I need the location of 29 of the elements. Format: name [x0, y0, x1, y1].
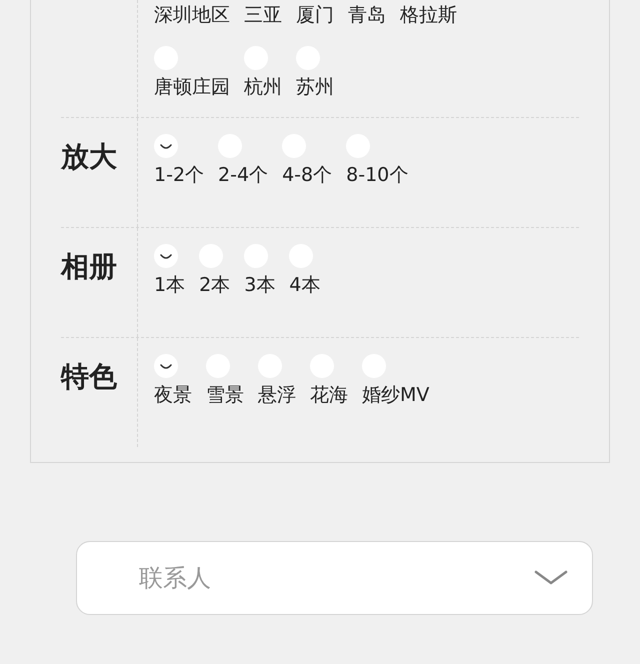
option-label[interactable]: 8-10个 — [346, 162, 408, 188]
radio-checked-icon[interactable] — [154, 244, 178, 268]
option-label[interactable]: 悬浮 — [258, 382, 296, 408]
option-label[interactable]: 青岛 — [348, 2, 386, 28]
radio-checked-icon[interactable] — [154, 134, 178, 158]
option-label[interactable]: 1本 — [154, 272, 186, 298]
option-label[interactable]: 婚纱MV — [362, 382, 430, 408]
section-label: 相册 — [61, 250, 117, 284]
option-label[interactable]: 3本 — [244, 272, 276, 298]
option-label[interactable]: 厦门 — [296, 2, 334, 28]
option-label[interactable]: 苏州 — [296, 74, 334, 100]
option-label[interactable]: 4本 — [289, 272, 320, 298]
option-label[interactable]: 夜景 — [154, 382, 192, 408]
option-label[interactable]: 雪景 — [206, 382, 244, 408]
select-placeholder: 联系人 — [139, 563, 211, 594]
option-label[interactable]: 2-4个 — [218, 162, 268, 188]
option-label[interactable]: 三亚 — [244, 2, 282, 28]
option-label[interactable]: 深圳地区 — [154, 2, 230, 28]
section-label: 特色 — [61, 360, 117, 394]
option-label[interactable]: 花海 — [310, 382, 348, 408]
option-label[interactable]: 4-8个 — [282, 162, 332, 188]
option-label[interactable]: 格拉斯 — [400, 2, 457, 28]
section-label: 放大 — [61, 140, 117, 174]
radio-checked-icon[interactable] — [154, 354, 178, 378]
chevron-down-icon — [534, 569, 568, 587]
option-label[interactable]: 1-2个 — [154, 162, 204, 188]
option-label[interactable]: 唐顿庄园 — [154, 74, 230, 100]
option-label[interactable]: 杭州 — [244, 74, 282, 100]
option-label[interactable]: 2本 — [199, 272, 230, 298]
